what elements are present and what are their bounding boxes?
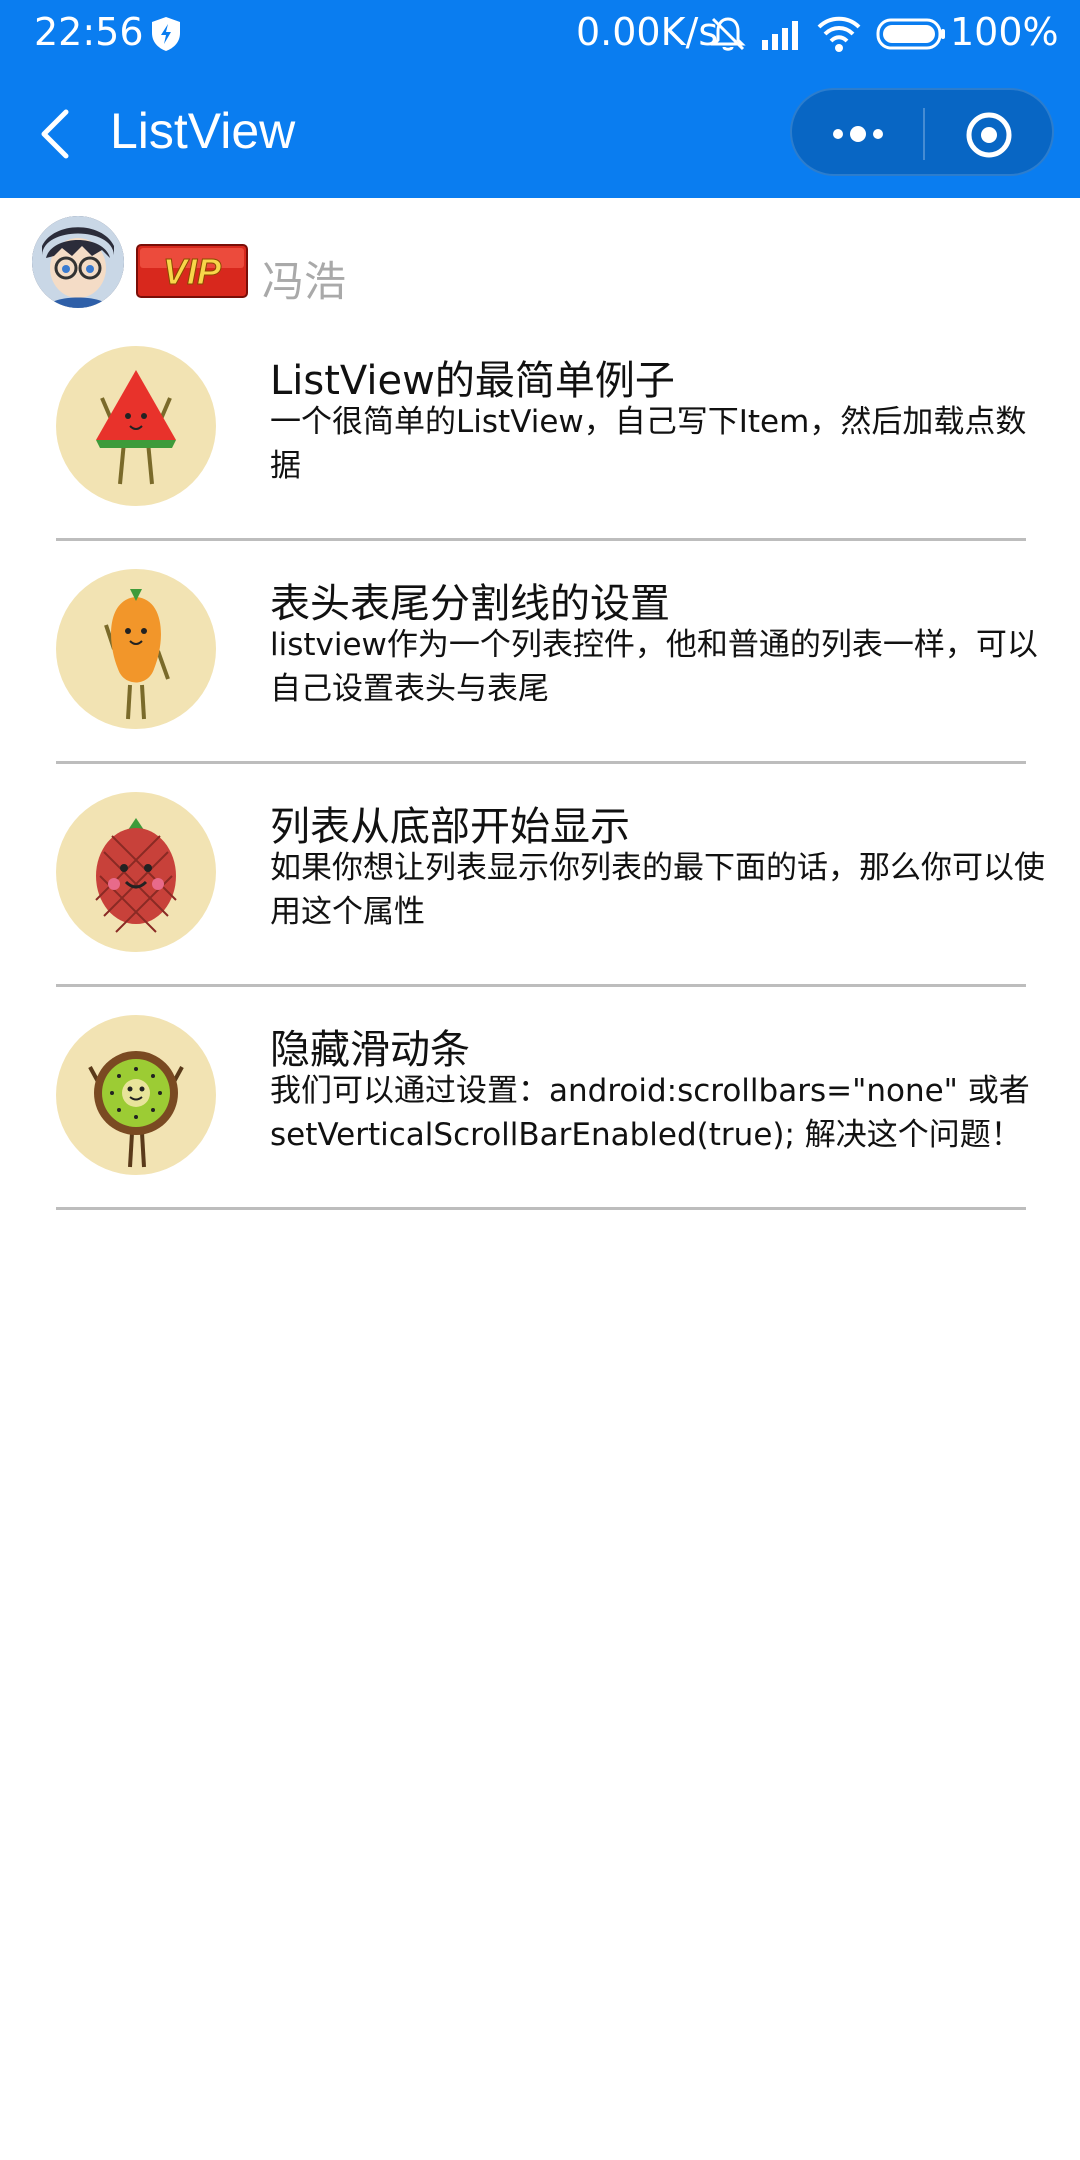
- signal-icon: [762, 21, 798, 50]
- list-item-thumbnail: [56, 569, 216, 729]
- capsule-divider: [923, 108, 925, 160]
- list-item-description: 一个很简单的ListView，自己写下Item，然后加载点数据: [270, 404, 1027, 484]
- list-item[interactable]: 列表从底部开始显示 如果你想让列表显示你列表的最下面的话，那么你可以使用这个属性: [0, 764, 1080, 987]
- kiwi-icon: [88, 1051, 184, 1168]
- carrot-icon: [104, 589, 170, 720]
- wifi-icon: [817, 16, 861, 52]
- back-arrow-icon[interactable]: [36, 108, 76, 160]
- avatar[interactable]: [32, 216, 124, 308]
- navigation-bar: ListView: [0, 68, 1080, 198]
- top-bar: 22:56 0.00K/s 100% ListView: [0, 0, 1080, 198]
- shield-icon: [152, 17, 180, 51]
- list-item-title: 表头表尾分割线的设置: [270, 581, 670, 627]
- vip-label: VIP: [163, 251, 222, 292]
- list-item[interactable]: 隐藏滑动条 我们可以通过设置：android:scrollbars="none"…: [0, 987, 1080, 1210]
- list-item-description: 如果你想让列表显示你列表的最下面的话，那么你可以使用这个属性: [270, 850, 1045, 930]
- user-row: VIP 冯浩: [0, 198, 1080, 318]
- list-item[interactable]: 表头表尾分割线的设置 listview作为一个列表控件，他和普通的列表一样，可以…: [0, 541, 1080, 764]
- page-title: ListView: [110, 103, 296, 159]
- more-options-icon[interactable]: [828, 114, 888, 154]
- battery-percent: 100%: [950, 10, 1059, 54]
- list-item-description: 我们可以通过设置：android:scrollbars="none" 或者 se…: [270, 1073, 1030, 1153]
- bell-muted-icon: [710, 17, 746, 51]
- status-bar: 22:56 0.00K/s 100%: [0, 0, 1080, 68]
- list-item-title: ListView的最简单例子: [270, 358, 675, 404]
- watermelon-icon: [96, 370, 176, 485]
- username: 冯浩: [262, 257, 347, 306]
- network-speed: 0.00K/s: [576, 10, 719, 54]
- list-item-description: listview作为一个列表控件，他和普通的列表一样，可以自己设置表头与表尾: [270, 627, 1038, 707]
- status-time: 22:56: [34, 10, 144, 54]
- pineapple-icon: [95, 818, 177, 933]
- close-target-icon[interactable]: [964, 110, 1014, 160]
- list-item-thumbnail: [56, 1015, 216, 1175]
- list-item[interactable]: ListView的最简单例子 一个很简单的ListView，自己写下Item，然…: [0, 318, 1080, 541]
- list-item-title: 隐藏滑动条: [270, 1027, 470, 1073]
- list-view: ListView的最简单例子 一个很简单的ListView，自己写下Item，然…: [0, 318, 1080, 1210]
- vip-badge: VIP: [136, 244, 248, 298]
- battery-icon: [876, 18, 945, 50]
- list-divider: [56, 1207, 1026, 1210]
- list-item-thumbnail: [56, 792, 216, 952]
- list-item-thumbnail: [56, 346, 216, 506]
- mini-program-capsule: [790, 88, 1054, 176]
- list-item-title: 列表从底部开始显示: [270, 804, 630, 850]
- avatar-image: [32, 216, 124, 308]
